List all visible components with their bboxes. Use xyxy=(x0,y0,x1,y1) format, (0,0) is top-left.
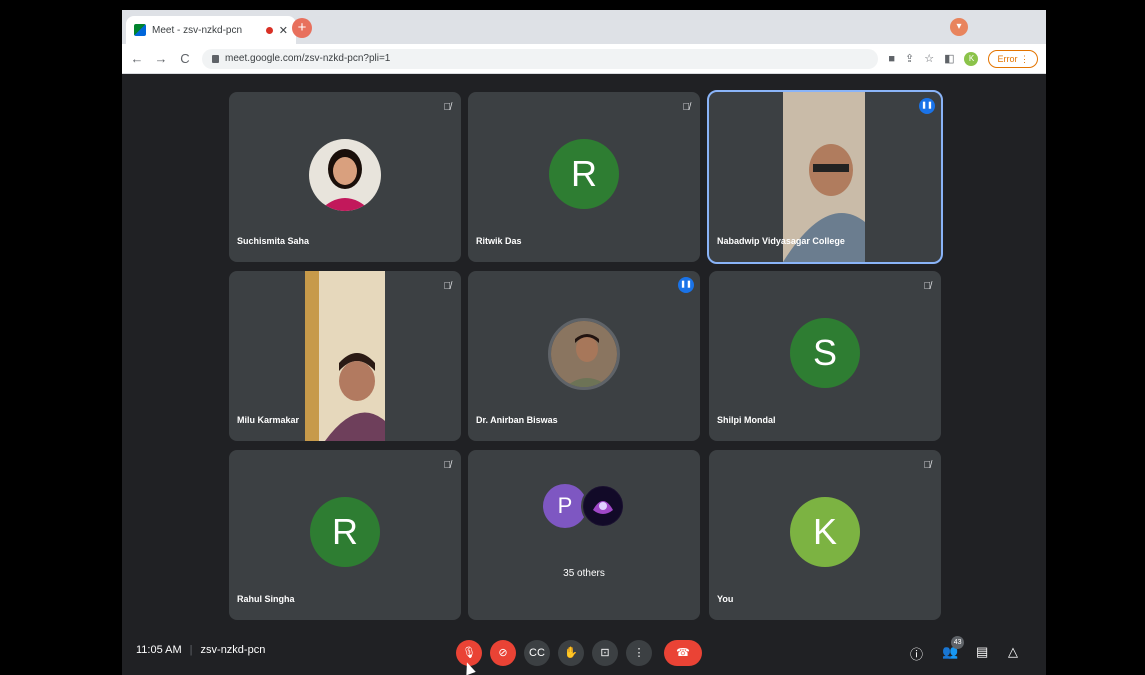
avatar xyxy=(581,484,625,528)
back-icon[interactable]: ← xyxy=(130,51,144,66)
participant-tile[interactable]: 🎙̸ R Ritwik Das xyxy=(468,92,700,262)
camera-off-icon: ⊘ xyxy=(498,647,508,659)
meet-control-bar: 11:05 AM | zsv-nzkd-pcn 🎙 ⊘ CC ✋ ⊡ ⋮ ☎ ⓘ… xyxy=(122,630,1046,675)
meeting-code: zsv-nzkd-pcn xyxy=(200,644,266,656)
camera-toggle-button[interactable]: ⊘ xyxy=(490,640,516,666)
mic-muted-icon: 🎙̸ xyxy=(443,460,452,471)
error-button[interactable]: Error ⋮ xyxy=(988,49,1038,68)
participant-name: Shilpi Mondal xyxy=(717,415,776,425)
avatar: K xyxy=(790,497,860,567)
mic-muted-icon: 🎙̸ xyxy=(923,460,932,471)
share-icon[interactable]: ⇪ xyxy=(905,52,914,65)
recording-dot-icon xyxy=(265,26,273,34)
new-tab-button[interactable]: + xyxy=(292,18,312,38)
participant-name: Rahul Singha xyxy=(237,594,295,604)
people-button[interactable]: 👥 43 xyxy=(942,636,965,660)
end-call-button[interactable]: ☎ xyxy=(664,640,702,666)
mic-muted-icon: 🎙̸ xyxy=(682,102,691,113)
participant-tile[interactable]: 🎙̸ Milu Karmakar xyxy=(229,271,461,441)
browser-toolbar: ← → C meet.google.com/zsv-nzkd-pcn?pli=1… xyxy=(122,44,1046,74)
others-tile[interactable]: P 35 others xyxy=(468,450,700,620)
present-icon: ⊡ xyxy=(600,647,610,659)
divider: | xyxy=(189,644,193,656)
meeting-info: 11:05 AM | zsv-nzkd-pcn xyxy=(136,644,265,656)
participant-tile[interactable]: 🎙̸ S Shilpi Mondal xyxy=(709,271,941,441)
reload-icon[interactable]: C xyxy=(178,51,192,66)
chat-button[interactable]: ▤ xyxy=(976,644,988,660)
mic-off-icon: 🎙 xyxy=(462,647,476,659)
avatar: S xyxy=(790,318,860,388)
bookmark-star-icon[interactable]: ☆ xyxy=(924,52,934,65)
participant-name: You xyxy=(717,594,734,604)
forward-icon[interactable]: → xyxy=(154,51,168,66)
captions-icon: CC xyxy=(529,647,545,659)
camera-indicator-icon[interactable]: ■ xyxy=(888,53,895,65)
profile-avatar[interactable]: K xyxy=(964,51,979,66)
more-options-button[interactable]: ⋮ xyxy=(626,640,652,666)
sidebar-icon[interactable]: ◧ xyxy=(944,52,954,65)
mic-muted-icon: 🎙̸ xyxy=(923,281,932,292)
chat-icon: ▤ xyxy=(976,644,989,659)
others-avatars: P xyxy=(543,484,625,528)
participant-name: Milu Karmakar xyxy=(237,415,300,425)
chrome-profile-icon[interactable]: ▾ xyxy=(950,18,968,36)
raise-hand-icon: ✋ xyxy=(564,647,578,659)
participant-tile[interactable]: ❚❚ Dr. Anirban Biswas xyxy=(468,271,700,441)
activities-icon: △ xyxy=(1008,644,1018,659)
avatar: R xyxy=(549,139,619,209)
participant-tile[interactable]: 🎙̸ R Rahul Singha xyxy=(229,450,461,620)
present-button[interactable]: ⊡ xyxy=(592,640,618,666)
captions-button[interactable]: CC xyxy=(524,640,550,666)
avatar: R xyxy=(310,497,380,567)
browser-tab[interactable]: Meet - zsv-nzkd-pcn ✕ xyxy=(126,16,296,44)
error-label: Error xyxy=(997,53,1018,64)
participant-tile[interactable]: 🎙̸ Suchismita Saha xyxy=(229,92,461,262)
participant-tile-active[interactable]: ❚❚ Nabadwip Vidyasagar College xyxy=(707,90,943,264)
browser-tab-bar: Meet - zsv-nzkd-pcn ✕ + ▾ xyxy=(122,10,1046,44)
lock-icon xyxy=(212,54,219,63)
participant-name: Ritwik Das xyxy=(476,236,522,246)
speaking-indicator-icon: ❚❚ xyxy=(919,98,935,114)
participant-video xyxy=(305,271,385,441)
participant-name: Nabadwip Vidyasagar College xyxy=(717,236,845,246)
mic-muted-icon: 🎙̸ xyxy=(443,281,452,292)
more-options-icon: ⋮ xyxy=(633,647,645,659)
participant-name: Suchismita Saha xyxy=(237,236,310,246)
others-count-label: 35 others xyxy=(563,568,605,579)
end-call-icon: ☎ xyxy=(676,647,690,659)
current-time: 11:05 AM xyxy=(136,644,182,656)
self-tile[interactable]: 🎙̸ K You xyxy=(709,450,941,620)
mic-muted-icon: 🎙̸ xyxy=(443,102,452,113)
tab-close-icon[interactable]: ✕ xyxy=(279,24,288,37)
url-text: meet.google.com/zsv-nzkd-pcn?pli=1 xyxy=(225,53,391,64)
avatar xyxy=(309,139,381,211)
participant-count-badge: 43 xyxy=(951,636,965,649)
info-icon: ⓘ xyxy=(910,647,924,662)
meet-favicon-icon xyxy=(134,24,146,36)
activities-button[interactable]: △ xyxy=(1008,644,1018,660)
address-bar[interactable]: meet.google.com/zsv-nzkd-pcn?pli=1 xyxy=(202,48,879,69)
avatar xyxy=(548,318,620,390)
meet-window: Meet - zsv-nzkd-pcn ✕ + ▾ ← → C meet.goo… xyxy=(122,10,1046,675)
tab-title: Meet - zsv-nzkd-pcn xyxy=(152,24,243,36)
raise-hand-button[interactable]: ✋ xyxy=(558,640,584,666)
meeting-details-button[interactable]: ⓘ xyxy=(910,644,923,663)
participant-name: Dr. Anirban Biswas xyxy=(476,415,558,425)
speaking-indicator-icon: ❚❚ xyxy=(678,277,694,293)
